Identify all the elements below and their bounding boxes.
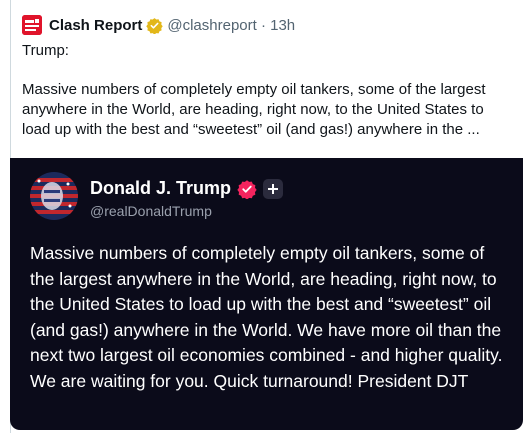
tweet-text: Massive numbers of completely empty oil … <box>22 81 486 138</box>
quoted-author-name[interactable]: Donald J. Trump <box>90 178 231 199</box>
quoted-avatar[interactable] <box>30 172 78 220</box>
tweet[interactable]: Clash Report @clashreport · 13h Trump: M… <box>0 0 523 433</box>
author-name[interactable]: Clash Report <box>49 17 142 34</box>
quoted-post-card[interactable]: Donald J. Trump @realDonaldTrump Massive… <box>10 158 523 430</box>
verified-badge-icon <box>237 179 257 200</box>
quoted-name-row: Donald J. Trump <box>90 178 284 200</box>
plus-icon <box>263 178 284 199</box>
tweet-label: Trump: <box>22 42 69 59</box>
tweet-header: Clash Report @clashreport · 13h <box>22 14 295 36</box>
author-handle-time[interactable]: @clashreport · 13h <box>167 17 295 34</box>
quoted-author-handle[interactable]: @realDonaldTrump <box>90 203 212 219</box>
quoted-post-text: Massive numbers of completely empty oil … <box>30 243 503 391</box>
clash-report-logo-icon[interactable] <box>22 15 42 35</box>
verified-badge-icon <box>146 17 164 34</box>
